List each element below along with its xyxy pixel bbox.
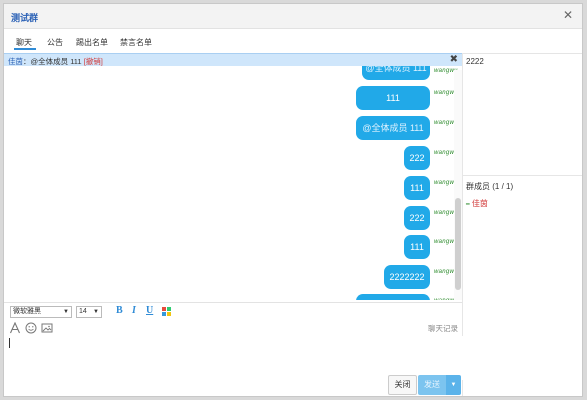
message-bubble[interactable]: 222: [404, 146, 430, 170]
font-family-value: 微软雅黑: [13, 308, 41, 315]
members-title: 群成员: [466, 182, 490, 191]
format-toolbar: 微软雅黑 ▼ 14 ▼ B I U: [4, 302, 462, 320]
message-list: @全体成员 111 wangwu 111 wangwu @全体成员 111 wa…: [4, 66, 462, 300]
send-options-chevron-icon[interactable]: ▼: [446, 375, 461, 395]
notice-cancel-link[interactable]: [撤销]: [84, 57, 103, 66]
text-caret: [9, 338, 10, 348]
members-header: 群成员 (1 / 1): [466, 181, 513, 192]
color-picker-icon[interactable]: [162, 307, 171, 316]
tab-muted-list[interactable]: 禁言名单: [120, 37, 152, 48]
italic-button[interactable]: I: [132, 305, 136, 316]
member-name: 佳茵: [471, 199, 488, 208]
message-bubble[interactable]: 111: [356, 86, 430, 110]
tab-kicked-list[interactable]: 踢出名单: [76, 37, 108, 48]
font-family-select[interactable]: 微软雅黑 ▼: [10, 306, 72, 318]
message-bubble[interactable]: 111: [404, 235, 430, 259]
notice-sender[interactable]: 佳茵: [8, 57, 23, 66]
group-announcement-text: 2222: [466, 57, 484, 66]
message-bubble[interactable]: @全体成员 111: [356, 116, 430, 140]
close-icon[interactable]: ✕: [562, 9, 574, 21]
message-bubble[interactable]: 111: [404, 176, 430, 200]
notice-close-icon[interactable]: ✖: [450, 55, 458, 65]
window-title: 测试群: [11, 13, 39, 23]
send-button[interactable]: 发送: [418, 375, 446, 395]
tab-announcement[interactable]: 公告: [47, 37, 63, 48]
member-item[interactable]: ━ 佳茵: [466, 198, 488, 209]
chat-history-link[interactable]: 聊天记录: [428, 323, 458, 334]
tab-chat[interactable]: 聊天: [16, 37, 32, 48]
member-status-icon: ━: [466, 202, 470, 208]
chevron-down-icon: ▼: [93, 309, 99, 315]
font-size-value: 14: [79, 308, 87, 315]
tab-bar: 聊天 公告 踢出名单 禁言名单: [4, 29, 582, 54]
notice-separator: ：: [23, 57, 31, 66]
notice-message: @全体成员 111: [30, 57, 82, 66]
message-bubble[interactable]: @全体成员 111: [362, 66, 430, 80]
font-icon[interactable]: [9, 321, 21, 334]
image-icon[interactable]: [41, 322, 53, 334]
font-size-select[interactable]: 14 ▼: [76, 306, 102, 318]
members-count: (1 / 1): [492, 182, 514, 191]
bold-button[interactable]: B: [116, 305, 123, 316]
underline-button[interactable]: U: [146, 305, 153, 316]
sidebar-divider: [463, 175, 582, 176]
message-bubble[interactable]: 2222222: [384, 265, 430, 289]
chat-panel: 佳茵：@全体成员 111 [撤销] ✖ @全体成员 111 wangwu 111…: [4, 53, 463, 396]
close-button[interactable]: 关闭: [388, 375, 417, 395]
message-bubble[interactable]: 222: [404, 206, 430, 230]
message-bubble[interactable]: [356, 294, 430, 300]
emoji-icon[interactable]: [25, 322, 37, 334]
message-scrollbar-thumb[interactable]: [455, 198, 461, 290]
title-bar: 测试群 ✕: [4, 4, 582, 29]
active-tab-indicator: [14, 48, 36, 50]
input-tools-bar: 聊天记录: [4, 320, 462, 334]
group-sidebar: 2222 群成员 (1 / 1) ━ 佳茵: [463, 53, 582, 396]
chevron-down-icon: ▼: [63, 309, 69, 315]
chat-window: 测试群 ✕ 聊天 公告 踢出名单 禁言名单 佳茵：@全体成员 111 [撤销] …: [3, 3, 583, 397]
message-input[interactable]: [7, 336, 463, 380]
